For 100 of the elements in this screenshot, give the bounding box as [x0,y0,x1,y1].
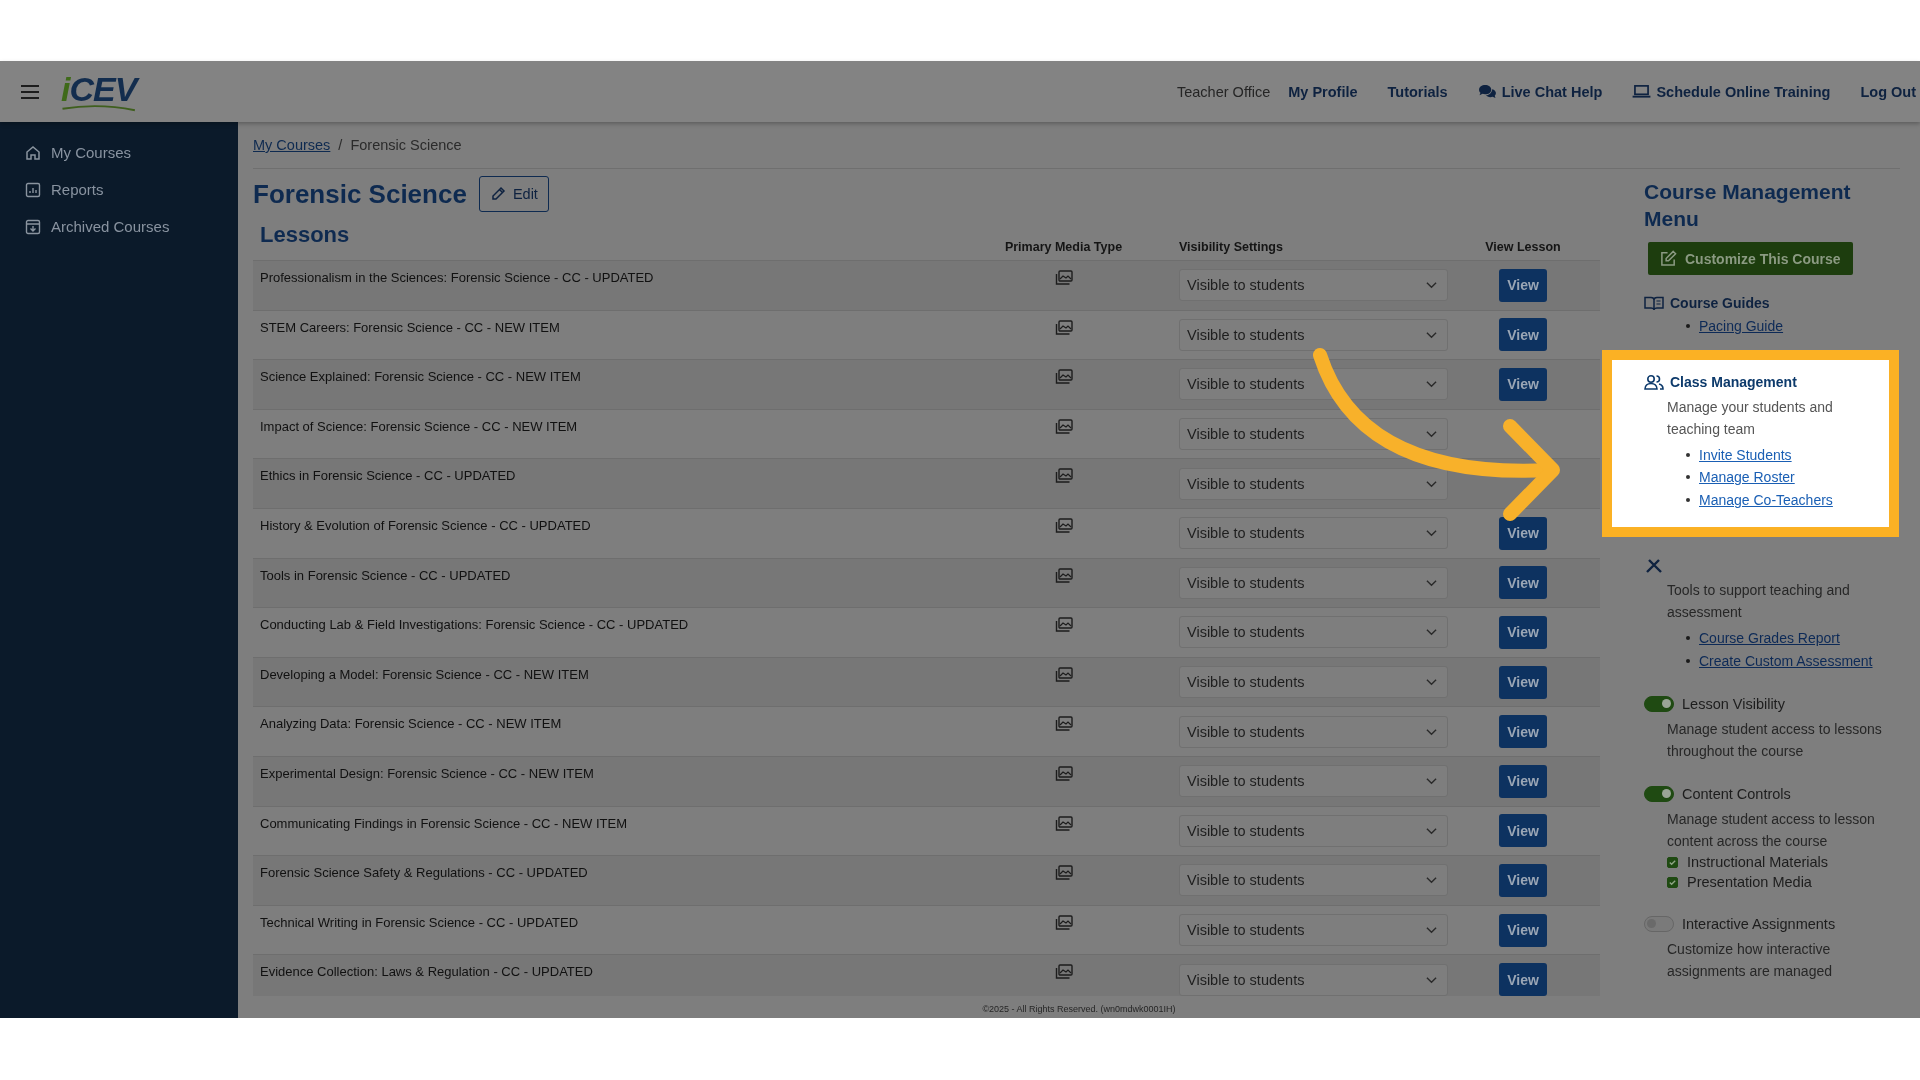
chevron-icon [1426,281,1437,290]
toggle-switch[interactable] [1644,916,1674,932]
nav-link[interactable]: Log Out [1860,83,1916,100]
media-icon [1054,964,1073,981]
menu-link[interactable]: Pacing Guide [1699,318,1784,335]
column-header: Visibility Settings [1178,240,1284,256]
nav-link[interactable]: Live Chat Help [1477,83,1603,100]
nav-link[interactable]: My Profile [1288,83,1358,100]
lesson-title: Communicating Findings in Forensic Science - CC - NEW ITEM [259,814,628,833]
visibility-select[interactable]: Visible to students [1179,318,1448,351]
lesson-title: Forensic Science Safety & Regulations - CC - UPDATED [259,864,589,883]
menu-link[interactable]: Create Custom Assessment [1699,652,1873,669]
view-button[interactable]: View [1499,566,1547,600]
sidebar-item[interactable]: My Courses [0,134,238,171]
section-description: Tools to support teaching and assessment [1667,581,1851,622]
media-icon [1054,914,1073,931]
chevron-icon [1426,330,1437,339]
view-button[interactable]: View [1499,863,1547,897]
laptop-icon [1632,84,1652,99]
media-icon [1054,270,1073,286]
bullet-icon [1686,452,1690,457]
chevron-icon [1426,678,1437,687]
media-icon [1054,517,1073,534]
chevron-icon [1426,777,1437,786]
visibility-select[interactable]: Visible to students [1179,467,1448,500]
toggle-switch[interactable] [1644,696,1674,712]
breadcrumb-link[interactable]: My Courses [253,137,331,153]
visibility-select[interactable]: Visible to students [1179,616,1448,649]
view-button[interactable]: View [1499,268,1547,302]
visibility-select[interactable]: Visible to students [1179,517,1448,550]
lesson-title: Analyzing Data: Forensic Science - CC - NEW ITEM [259,715,563,734]
lesson-title: History & Evolution of Forensic Science - CC - UPDATED [259,516,592,535]
view-button[interactable]: View [1499,764,1547,798]
checkbox-label: Presentation Media [1687,874,1812,890]
media-icon [1054,865,1073,882]
media-icon [1054,567,1073,584]
nav-link[interactable]: Schedule Online Training [1632,83,1831,100]
view-button[interactable]: View [1499,516,1547,550]
media-icon [1054,765,1073,782]
media-icon [1054,617,1073,634]
page-title: Forensic Science [253,178,467,210]
media-icon [1054,468,1073,485]
nav-link[interactable]: Tutorials [1387,83,1448,100]
sidebar-item[interactable]: Archived Courses [0,208,238,245]
menu-link[interactable]: Manage Roster [1699,469,1795,486]
visibility-select[interactable]: Visible to students [1179,566,1448,599]
visibility-select[interactable]: Visible to students [1179,864,1448,897]
view-button[interactable]: View [1499,615,1547,649]
chevron-icon [1426,479,1437,488]
view-button[interactable]: View [1499,665,1547,699]
toggle-label: Lesson Visibility [1682,696,1785,712]
menu-link[interactable]: Course Grades Report [1699,630,1840,647]
checkbox-label: Instructional Materials [1687,854,1829,870]
home-icon [25,144,41,161]
chat-icon [1477,84,1497,99]
visibility-select[interactable]: Visible to students [1179,814,1448,847]
chevron-icon [1426,430,1437,439]
lesson-title: Professionalism in the Sciences: Forensic Science - CC - UPDATED [259,269,655,287]
view-button[interactable]: View [1499,368,1547,401]
section-description: Manage your students and teaching team [1667,397,1834,439]
visibility-select[interactable]: Visible to students [1179,963,1448,996]
toggle-switch[interactable] [1644,786,1674,802]
visibility-select[interactable]: Visible to students [1179,666,1448,699]
customize-button[interactable]: Customize This Course [1648,242,1853,275]
visibility-select[interactable]: Visible to students [1179,418,1448,451]
chevron-icon [1426,926,1437,934]
menu-link[interactable]: Manage Co-Teachers [1699,491,1833,508]
view-button[interactable]: View [1499,814,1547,848]
people-icon [1644,373,1664,390]
menu-link[interactable]: Invite Students [1699,446,1792,463]
lesson-title: Evidence Collection: Laws & Regulation - CC - UPDATED [259,963,594,982]
checkbox[interactable] [1667,856,1678,868]
chart-icon [25,181,41,198]
lesson-title: Developing a Model: Forensic Science - CC - NEW ITEM [259,665,590,684]
visibility-select[interactable]: Visible to students [1179,269,1448,302]
view-button[interactable]: View [1499,963,1547,996]
edit-button[interactable]: Edit [478,176,549,212]
view-button[interactable]: View [1499,913,1547,947]
menu-title: Course Management Menu [1644,179,1852,232]
view-button[interactable]: View [1499,715,1547,749]
visibility-select[interactable]: Visible to students [1179,715,1448,748]
media-icon [1054,369,1073,386]
lesson-title: Tools in Forensic Science - CC - UPDATED [259,566,512,585]
checkbox[interactable] [1667,876,1678,888]
footer-text: ©2025 - All Rights Reserved. (wn0mdwk0001IH) [981,1003,1177,1014]
tools-icon [1644,557,1664,573]
visibility-select[interactable]: Visible to students [1179,765,1448,798]
lesson-title: STEM Careers: Forensic Science - CC - NEW ITEM [259,318,561,337]
sidebar-item[interactable]: Reports [0,171,238,208]
visibility-select[interactable]: Visible to students [1179,914,1448,946]
visibility-select[interactable]: Visible to students [1179,368,1448,401]
archive-icon [25,218,41,235]
breadcrumb-separator: / [338,137,343,153]
nav-link[interactable]: Teacher Office [1177,83,1271,100]
lesson-title: Impact of Science: Forensic Science - CC - NEW ITEM [259,417,579,436]
toggle-label: Content Controls [1682,786,1791,802]
column-header: View Lesson [1484,240,1562,256]
section-description: Customize how interactive assignments are managed [1667,940,1833,981]
menu-icon[interactable] [21,84,39,99]
view-button[interactable]: View [1499,318,1547,352]
